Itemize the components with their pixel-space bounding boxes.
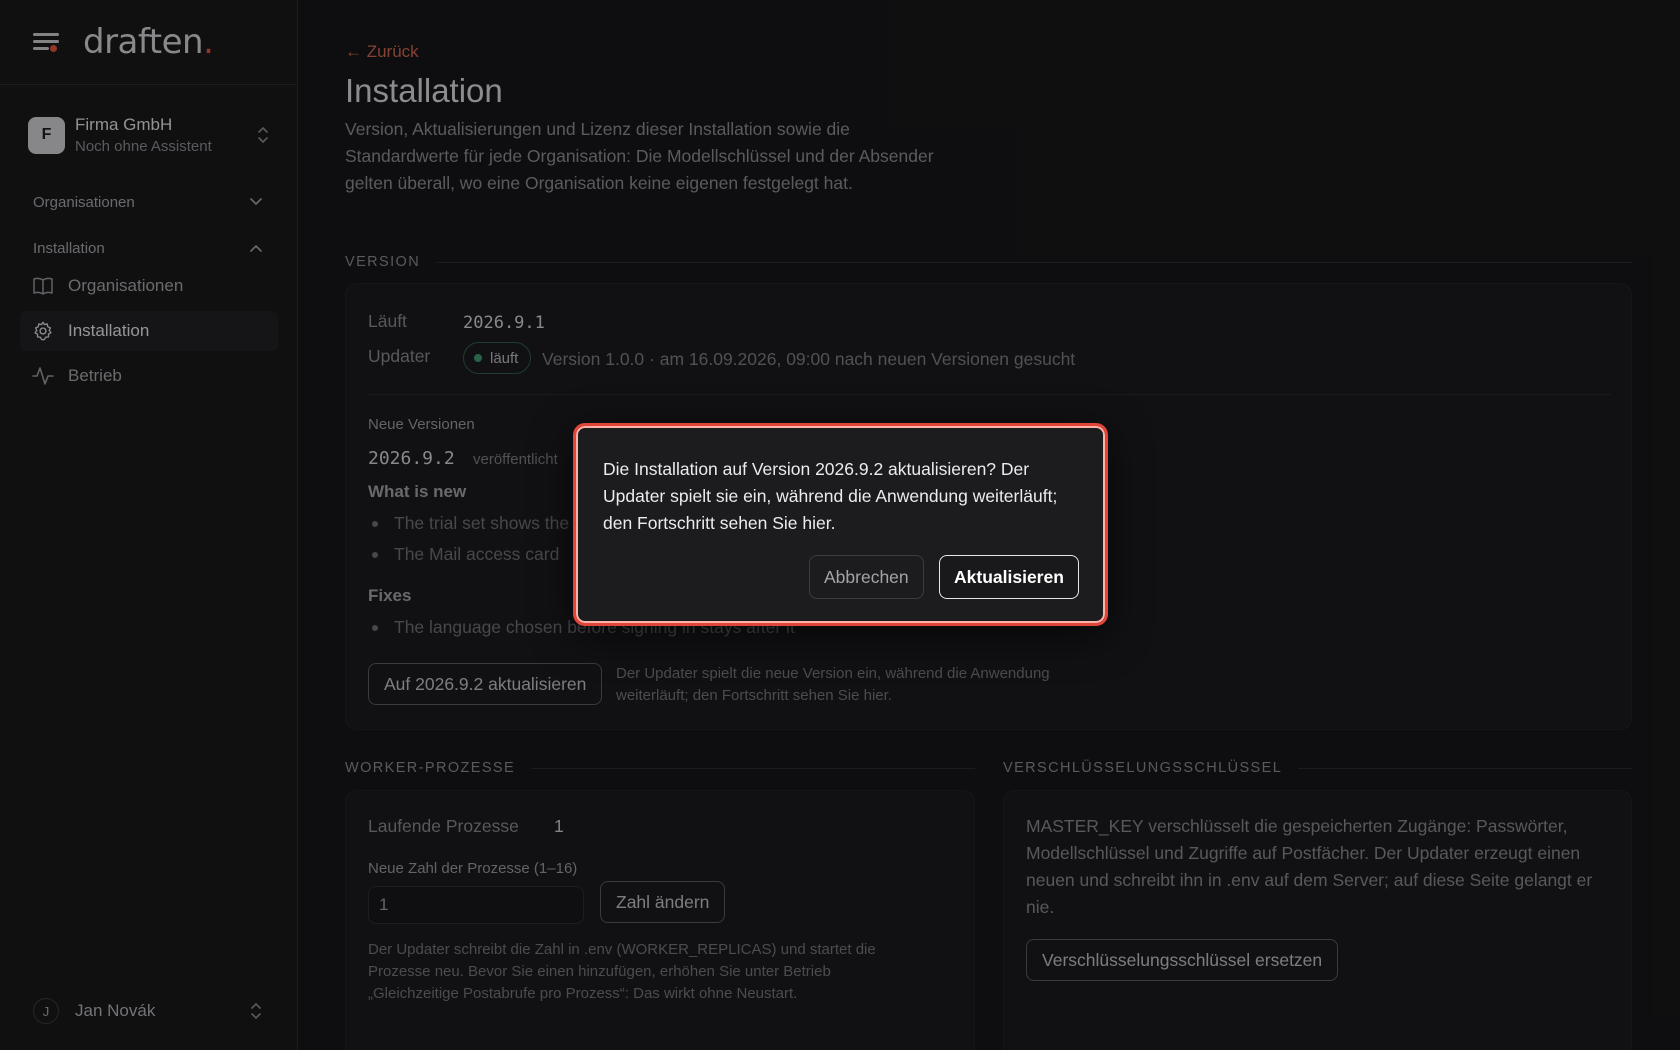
confirm-update-dialog: Die Installation auf Version 2026.9.2 ak… xyxy=(573,423,1108,626)
dialog-message: Die Installation auf Version 2026.9.2 ak… xyxy=(603,459,1058,533)
confirm-update-button[interactable]: Aktualisieren xyxy=(939,555,1079,599)
cancel-button[interactable]: Abbrechen xyxy=(809,555,924,599)
